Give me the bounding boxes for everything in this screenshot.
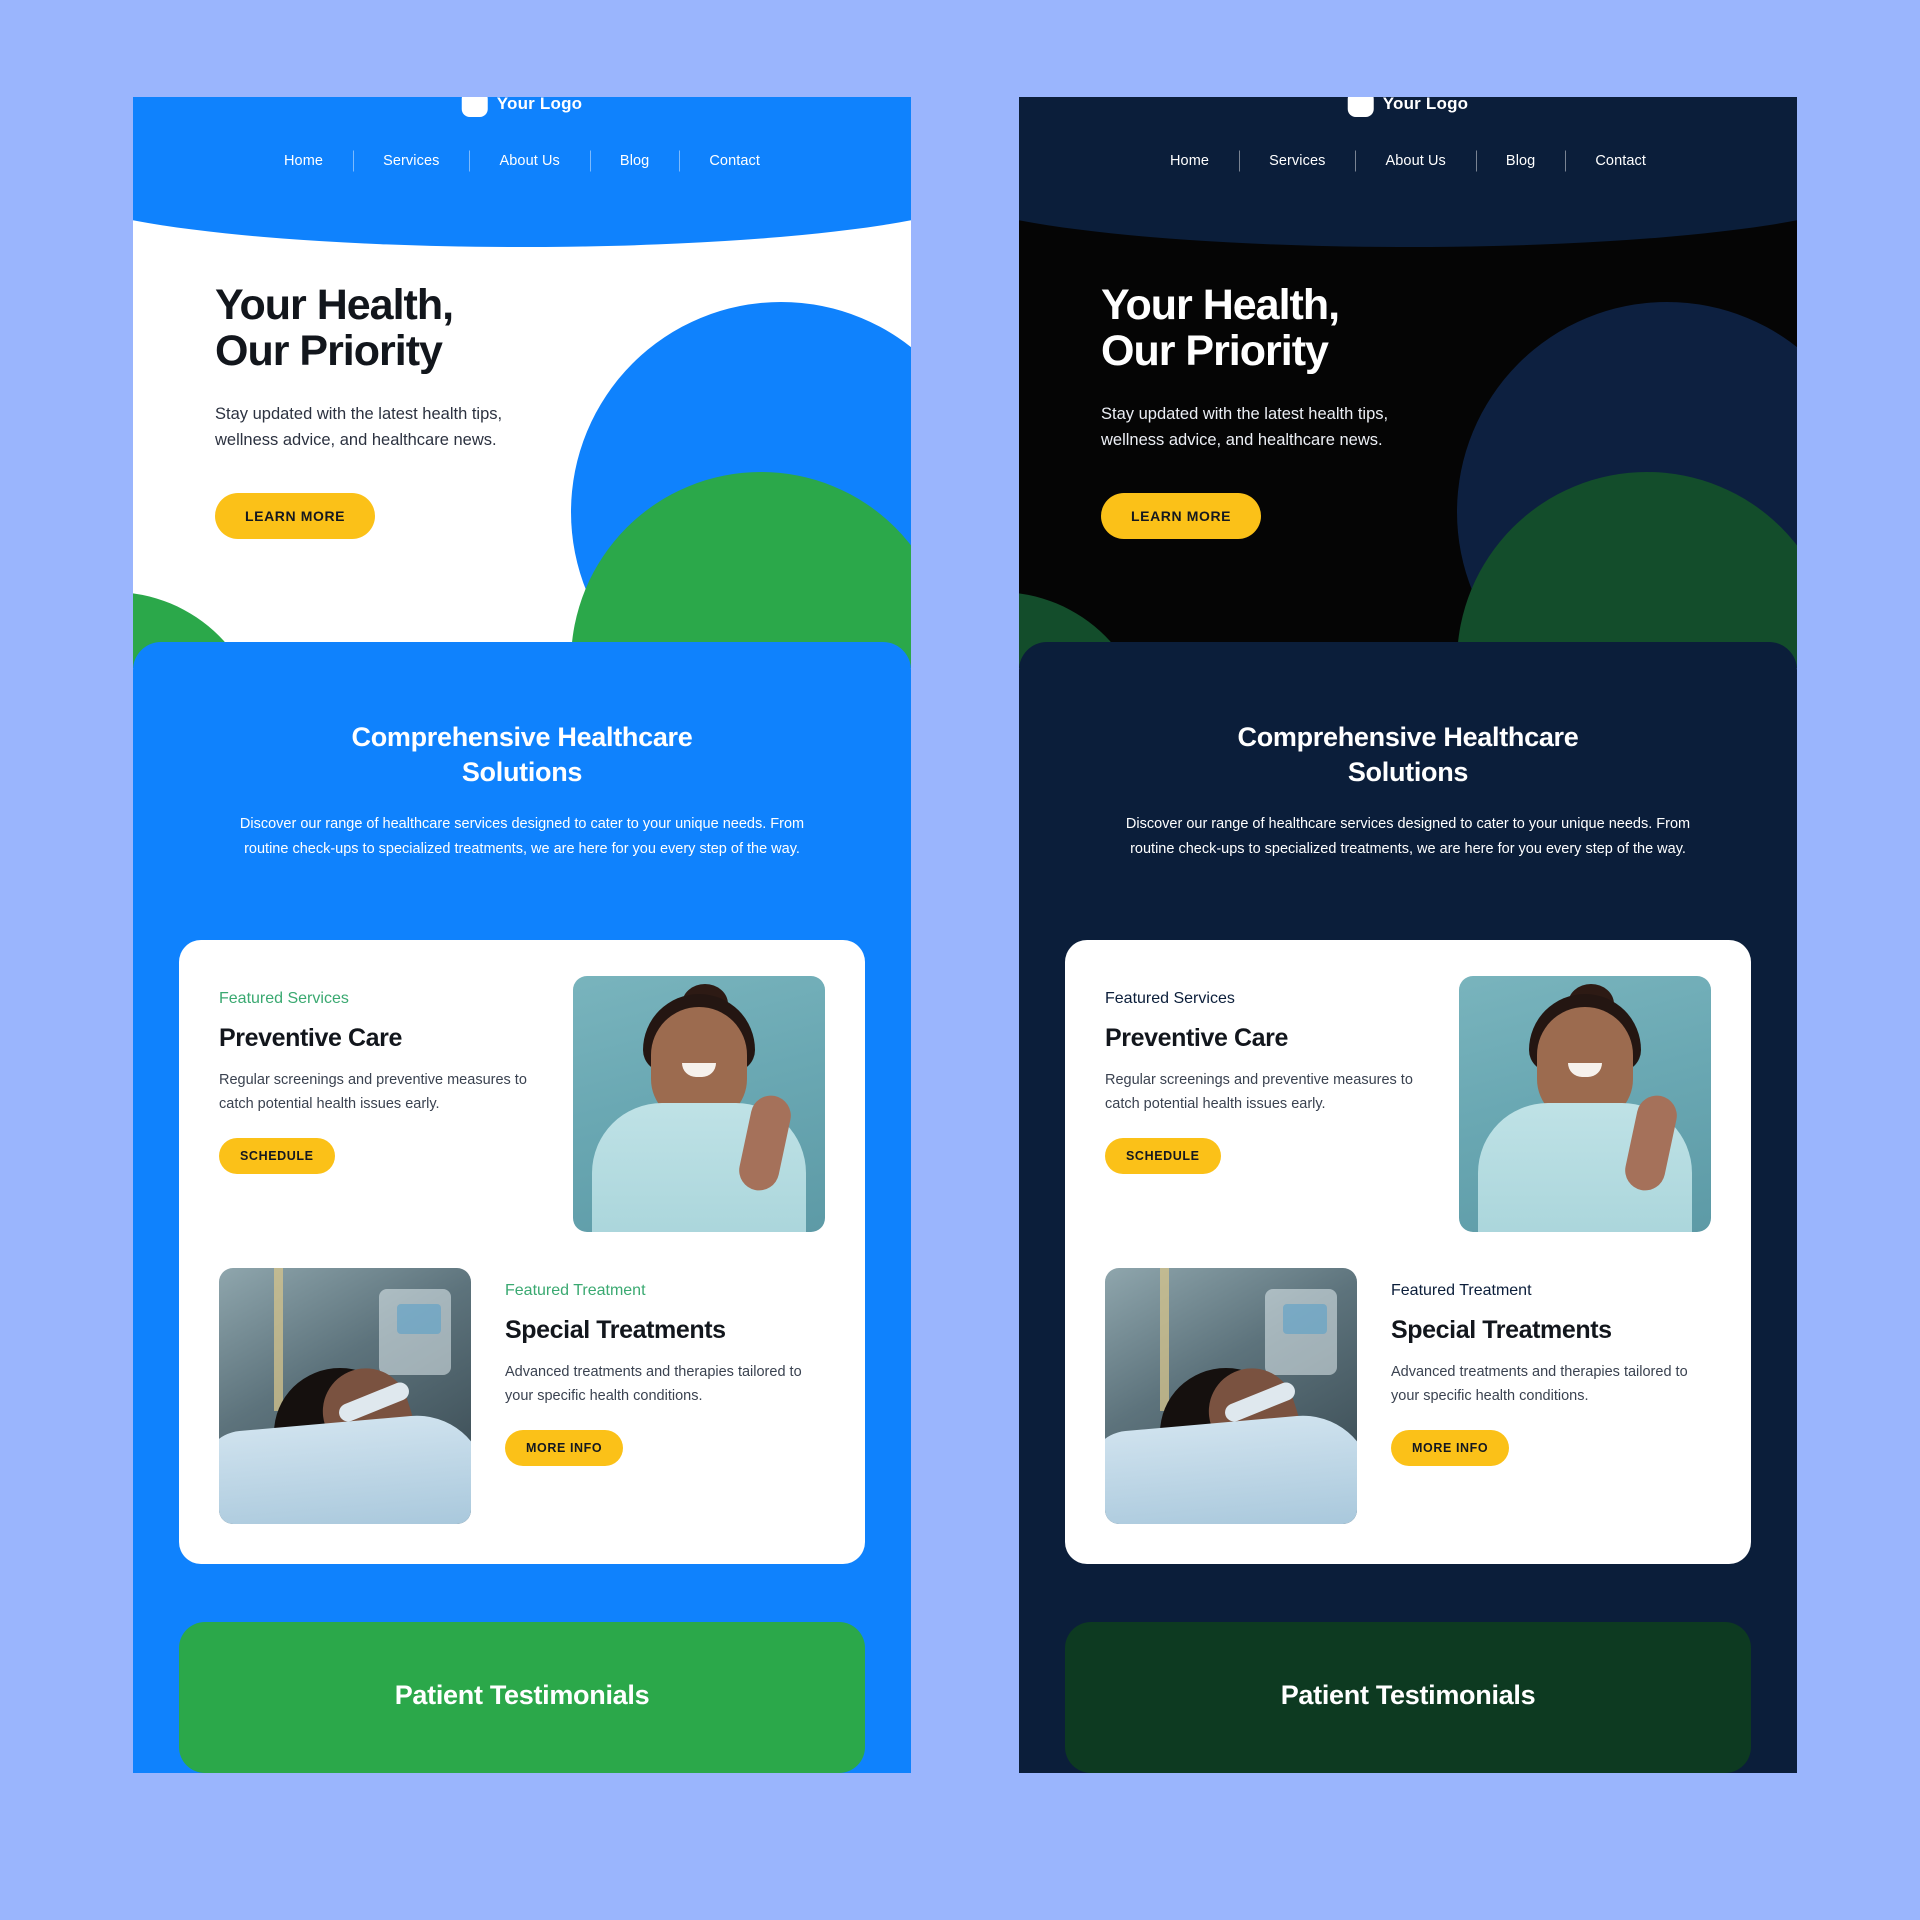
hero-subtitle-line1-dark: Stay updated with the latest health tips… xyxy=(1101,405,1389,423)
navbar-dark: Your Logo Home Services About Us Blog Co… xyxy=(1019,97,1797,247)
services-band-description-dark: Discover our range of healthcare service… xyxy=(1125,816,1691,858)
services-title-line1: Comprehensive Healthcare xyxy=(351,722,693,752)
preventive-title-dark: Preventive Care xyxy=(1105,1024,1289,1053)
preventive-care-text-dark: Featured Services Preventive Care Regula… xyxy=(1105,976,1425,1175)
special-treatments-row-dark: Featured Treatment Special Treatments Ad… xyxy=(1105,1268,1711,1525)
preventive-eyebrow: Featured Services xyxy=(219,990,349,1008)
mockup-light-variant: Your Logo Home Services About Us Blog Co… xyxy=(133,97,911,1827)
mockup-dark-variant: Your Logo Home Services About Us Blog Co… xyxy=(1019,97,1797,1827)
nav-link-about-us[interactable]: About Us xyxy=(469,153,589,169)
services-title-line2: Solutions xyxy=(461,757,583,788)
special-treatments-row: Featured Treatment Special Treatments Ad… xyxy=(219,1268,825,1525)
hero-content-dark: Your Health, Our Priority Stay updated wi… xyxy=(1019,212,1797,540)
preventive-body-dark: Regular screenings and preventive measur… xyxy=(1105,1072,1413,1112)
hero-section-dark: Your Health, Our Priority Stay updated wi… xyxy=(1019,212,1797,668)
services-band-title: Comprehensive Healthcare Solutions xyxy=(133,720,911,790)
canvas: Your Logo Home Services About Us Blog Co… xyxy=(0,0,1920,1920)
nav-link-blog[interactable]: Blog xyxy=(590,153,679,169)
preventive-body: Regular screenings and preventive measur… xyxy=(219,1072,527,1112)
special-title: Special Treatments xyxy=(505,1316,726,1345)
hero-subtitle-dark: Stay updated with the latest health tips… xyxy=(1101,402,1797,453)
learn-more-button[interactable]: LEARN MORE xyxy=(215,493,376,540)
logo-dark[interactable]: Your Logo xyxy=(1347,97,1469,117)
services-band-dark: Comprehensive Healthcare Solutions Discov… xyxy=(1019,642,1797,1774)
hero-subtitle-line2: wellness advice, and healthcare news. xyxy=(215,430,497,449)
logo-text: Your Logo xyxy=(496,97,583,113)
special-eyebrow-dark: Featured Treatment xyxy=(1391,1282,1532,1300)
more-info-button[interactable]: MORE INFO xyxy=(505,1430,624,1467)
hero-title-line1-dark: Your Health, xyxy=(1101,281,1340,329)
services-band-description: Discover our range of healthcare service… xyxy=(239,816,805,858)
patient-in-hospital-bed-photo xyxy=(219,1268,471,1525)
hospital-bed-sheet-dark xyxy=(1105,1409,1357,1525)
hero-title-line2: Our Priority xyxy=(215,327,443,375)
nav-link-contact-dark[interactable]: Contact xyxy=(1565,153,1676,169)
hero-subtitle: Stay updated with the latest health tips… xyxy=(215,402,911,453)
hero-subtitle-line2-dark: wellness advice, and healthcare news. xyxy=(1101,430,1383,449)
monitor-screen-dark xyxy=(1282,1303,1327,1334)
hero-content: Your Health, Our Priority Stay updated wi… xyxy=(133,212,911,540)
testimonials-section-light: Patient Testimonials xyxy=(179,1622,865,1774)
preventive-title: Preventive Care xyxy=(219,1024,403,1053)
special-body: Advanced treatments and therapies tailor… xyxy=(505,1364,802,1404)
hero-subtitle-line1: Stay updated with the latest health tips… xyxy=(215,405,503,423)
hero-title-dark: Your Health, Our Priority xyxy=(1101,282,1797,374)
preventive-care-text: Featured Services Preventive Care Regula… xyxy=(219,976,539,1175)
services-band-light: Comprehensive Healthcare Solutions Discov… xyxy=(133,642,911,1774)
nav-link-services[interactable]: Services xyxy=(353,153,469,169)
more-info-button-dark[interactable]: MORE INFO xyxy=(1391,1430,1510,1467)
services-title-line2-dark: Solutions xyxy=(1347,757,1469,788)
nav-link-blog-dark[interactable]: Blog xyxy=(1476,153,1565,169)
preventive-eyebrow-dark: Featured Services xyxy=(1105,990,1235,1008)
special-treatments-text-dark: Featured Treatment Special Treatments Ad… xyxy=(1391,1268,1711,1467)
page-scroll-light[interactable]: Your Logo Home Services About Us Blog Co… xyxy=(133,97,911,1827)
hero-title-line2-dark: Our Priority xyxy=(1101,327,1329,375)
monitor-screen xyxy=(396,1303,441,1334)
special-treatments-text: Featured Treatment Special Treatments Ad… xyxy=(505,1268,825,1467)
nav-link-about-us-dark[interactable]: About Us xyxy=(1355,153,1475,169)
learn-more-button-dark[interactable]: LEARN MORE xyxy=(1101,493,1262,540)
special-eyebrow: Featured Treatment xyxy=(505,1282,646,1300)
nav-link-services-dark[interactable]: Services xyxy=(1239,153,1355,169)
hero-title-line1: Your Health, xyxy=(215,281,454,329)
nav-links-light: Home Services About Us Blog Contact xyxy=(133,153,911,169)
logo-text-dark: Your Logo xyxy=(1382,97,1469,113)
schedule-button[interactable]: SCHEDULE xyxy=(219,1138,335,1175)
logo-mark-icon-dark xyxy=(1347,97,1374,117)
page-scroll-dark[interactable]: Your Logo Home Services About Us Blog Co… xyxy=(1019,97,1797,1827)
navbar-background-shape-dark xyxy=(1019,97,1797,247)
services-card-light: Featured Services Preventive Care Regula… xyxy=(179,940,865,1565)
hero-title: Your Health, Our Priority xyxy=(215,282,911,374)
nav-link-contact[interactable]: Contact xyxy=(679,153,790,169)
hero-section-light: Your Health, Our Priority Stay updated wi… xyxy=(133,212,911,668)
services-band-title-dark: Comprehensive Healthcare Solutions xyxy=(1019,720,1797,790)
special-title-dark: Special Treatments xyxy=(1391,1316,1612,1345)
testimonials-section-dark: Patient Testimonials xyxy=(1065,1622,1751,1774)
services-card-dark: Featured Services Preventive Care Regula… xyxy=(1065,940,1751,1565)
nav-link-home[interactable]: Home xyxy=(254,153,353,169)
navbar-light: Your Logo Home Services About Us Blog Co… xyxy=(133,97,911,247)
smiling-nurse-photo xyxy=(573,976,825,1233)
schedule-button-dark[interactable]: SCHEDULE xyxy=(1105,1138,1221,1175)
smiling-nurse-photo-dark xyxy=(1459,976,1711,1233)
testimonials-title-dark: Patient Testimonials xyxy=(1280,1680,1536,1711)
special-body-dark: Advanced treatments and therapies tailor… xyxy=(1391,1364,1688,1404)
patient-in-hospital-bed-photo-dark xyxy=(1105,1268,1357,1525)
logo[interactable]: Your Logo xyxy=(461,97,583,117)
hospital-bed-sheet xyxy=(219,1409,471,1525)
preventive-care-row: Featured Services Preventive Care Regula… xyxy=(219,976,825,1233)
logo-mark-icon xyxy=(461,97,488,117)
iv-pole-dark xyxy=(1160,1268,1170,1412)
services-title-line1-dark: Comprehensive Healthcare xyxy=(1237,722,1579,752)
navbar-background-shape xyxy=(133,97,911,247)
iv-pole xyxy=(274,1268,284,1412)
nav-link-home-dark[interactable]: Home xyxy=(1140,153,1239,169)
nav-links-dark: Home Services About Us Blog Contact xyxy=(1019,153,1797,169)
testimonials-title: Patient Testimonials xyxy=(394,1680,650,1711)
preventive-care-row-dark: Featured Services Preventive Care Regula… xyxy=(1105,976,1711,1233)
